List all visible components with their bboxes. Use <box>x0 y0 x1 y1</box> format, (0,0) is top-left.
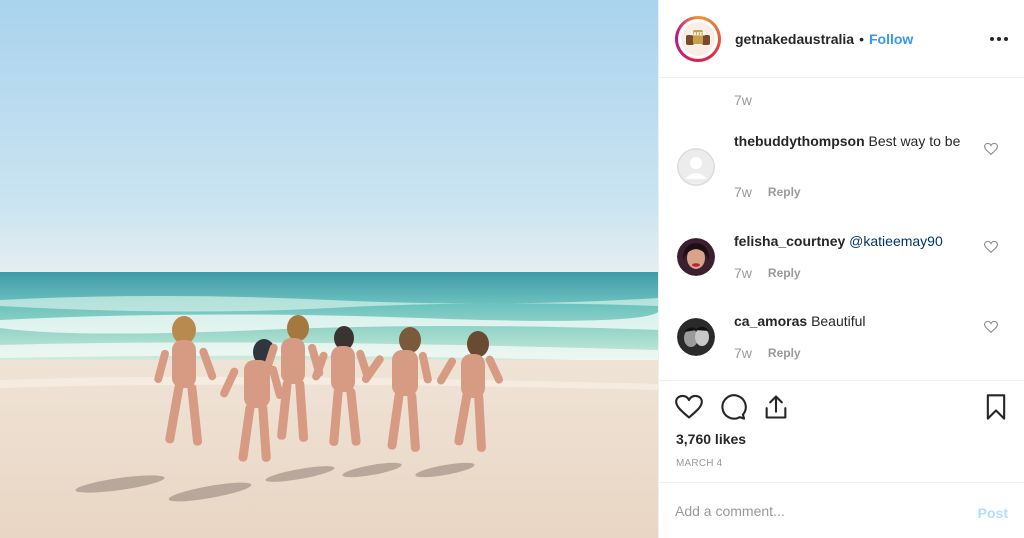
comment-username[interactable]: ca_amoras <box>734 313 807 329</box>
comment-timestamp[interactable]: 7w <box>734 184 752 200</box>
comment-meta: 7w Reply <box>734 184 801 200</box>
bookmark-icon[interactable] <box>982 393 1010 421</box>
commenter-avatar[interactable] <box>677 148 715 186</box>
comment-like-heart-icon[interactable] <box>984 240 998 254</box>
comment-timestamp[interactable]: 7w <box>734 345 752 361</box>
post-date[interactable]: MARCH 4 <box>676 458 722 469</box>
comment-username[interactable]: thebuddythompson <box>734 133 865 149</box>
more-horizontal-icon <box>990 37 1008 41</box>
follow-button[interactable]: Follow <box>869 31 913 47</box>
comment-body: thebuddythompson Best way to be <box>734 132 969 151</box>
account-logo-icon: NAKED <box>681 21 715 56</box>
reply-button[interactable]: Reply <box>768 346 801 360</box>
post-photo[interactable] <box>0 0 658 538</box>
default-avatar-icon <box>677 148 715 186</box>
post-header: NAKED getnakedaustralia • Follow <box>659 0 1024 78</box>
likes-count[interactable]: 3,760 likes <box>676 431 746 447</box>
comment-meta: 7w Reply <box>734 265 801 281</box>
comment-composer: Post <box>659 482 1024 538</box>
comment-like-heart-icon[interactable] <box>984 320 998 334</box>
comment-body: felisha_courtney @katieemay90 <box>734 232 969 251</box>
comment-like-heart-icon[interactable] <box>984 142 998 156</box>
reply-button[interactable]: Reply <box>768 185 801 199</box>
commenter-avatar[interactable] <box>677 238 715 276</box>
comment-bubble-icon[interactable] <box>719 393 747 421</box>
heart-icon[interactable] <box>675 393 703 421</box>
post-actions: 3,760 likes MARCH 4 <box>659 380 1024 482</box>
add-comment-input[interactable] <box>675 499 955 523</box>
comment-mention-link[interactable]: @katieemay90 <box>849 233 943 249</box>
avatar-text: NAKED <box>690 31 706 36</box>
post-comment-button[interactable]: Post <box>978 505 1008 521</box>
comment-timestamp[interactable]: 7w <box>734 265 752 281</box>
author-username[interactable]: getnakedaustralia <box>735 31 854 47</box>
header-separator: • <box>859 30 864 47</box>
profile-photo-icon <box>677 318 715 356</box>
comment-meta: 7w Reply <box>734 345 801 361</box>
story-ring[interactable]: NAKED <box>675 15 721 62</box>
post-side-panel: NAKED getnakedaustralia • Follow 7w theb… <box>658 0 1024 538</box>
more-options-button[interactable] <box>988 28 1010 50</box>
profile-photo-icon <box>677 238 715 276</box>
comment-text: Best way to be <box>868 133 961 149</box>
comment-username[interactable]: felisha_courtney <box>734 233 845 249</box>
commenter-avatar[interactable] <box>677 318 715 356</box>
comments-list[interactable]: 7w thebuddythompson Best way to be 7w Re… <box>659 78 1024 380</box>
profile-avatar[interactable]: NAKED <box>678 18 718 59</box>
comment-body: ca_amoras Beautiful <box>734 312 969 331</box>
share-icon[interactable] <box>762 393 790 421</box>
instagram-post-view: NAKED getnakedaustralia • Follow 7w theb… <box>0 0 1024 538</box>
caption-timestamp: 7w <box>734 92 752 108</box>
comment-text: Beautiful <box>811 313 866 329</box>
beach-scene-image <box>0 0 658 538</box>
reply-button[interactable]: Reply <box>768 266 801 280</box>
